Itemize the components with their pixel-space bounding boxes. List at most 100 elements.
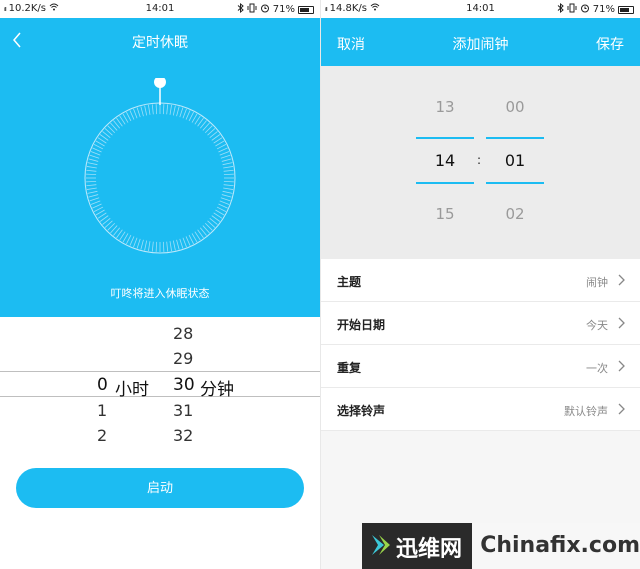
setting-value: 默认铃声 [564,405,608,418]
dial-tick [218,147,228,153]
alarm-settings-list: 主题 闹钟 开始日期 今天 重复 一次 选择铃声 默认铃声 [321,259,640,431]
dial-tick [86,187,97,190]
save-button[interactable]: 保存 [596,34,624,54]
logo-icon [372,535,390,555]
dial-tick [93,206,104,212]
dial-tick [219,200,230,205]
dial-handle[interactable] [154,78,166,88]
dial-tick [185,236,191,246]
dial-tick [90,200,101,205]
setting-label: 重复 [337,361,362,375]
duration-picker[interactable]: 28 29 0 小时 30 分钟 1 31 2 32 [0,317,320,452]
selected-hour[interactable]: 14 [416,151,474,170]
hour-selection-top-line [416,137,474,139]
dial-tick [223,184,234,187]
dial-tick [176,239,180,250]
dial-tick [133,108,138,119]
dial-tick [221,194,232,198]
dial-tick [155,104,158,115]
dial-tick [220,154,231,159]
setting-label: 选择铃声 [337,404,386,418]
setting-value: 一次 [586,362,608,375]
dial-tick [151,241,154,252]
dial-tick [86,184,97,187]
timer-dial[interactable] [80,78,240,258]
page-title: 定时休眠 [132,35,188,51]
dial-tick [95,140,105,147]
dial-tick [151,104,154,115]
dial-tick [223,187,234,190]
dial-tick [223,166,234,169]
dial-tick [179,238,184,249]
chevron-right-icon [618,317,625,329]
dial-tick [188,234,194,245]
dial-tick [221,158,232,162]
dial-tick [179,107,184,118]
dial-tick [144,105,148,116]
dial-tick [148,104,151,115]
minute-unit: 分钟 [200,380,234,400]
setting-value: 今天 [586,319,608,332]
dial-tick [172,105,176,116]
dial-tick [191,113,198,123]
dial-tick [155,241,158,252]
picker-row[interactable]: 29 [0,346,320,372]
time-separator: : [477,153,482,167]
dial-tick [215,140,225,147]
dial-tick [126,234,132,245]
bluetooth-icon [557,2,564,16]
dial-tick [133,237,138,248]
selected-minute[interactable]: 01 [486,151,544,170]
hour-option[interactable]: 13 [416,98,474,116]
alarm-icon [580,3,590,16]
dial-tick [172,240,176,251]
dial-tick [223,169,234,172]
timer-panel: 定时休眠 叮咚将进入休眠状态 [0,18,320,317]
start-button[interactable]: 启动 [16,468,304,508]
dial-tick [148,241,151,252]
dial-tick [185,110,191,120]
dial-tick [191,233,198,243]
dial-tick [215,209,225,216]
battery-icon [298,5,314,14]
setting-row-start-date[interactable]: 开始日期 今天 [321,302,640,345]
hour-unit: 小时 [115,380,149,400]
picker-row[interactable]: 28 [0,321,320,347]
dial-tick [166,104,169,115]
dial-tick [169,241,172,252]
hour-option[interactable]: 15 [416,205,474,223]
picker-row[interactable]: 1 31 [0,398,320,424]
picker-selected-row[interactable]: 0 小时 30 分钟 [0,371,320,400]
selected-minutes: 30 [173,375,195,395]
bluetooth-icon [237,2,244,16]
sleep-timer-screen: ᵢₗₗ 10.2K/s 14:01 71% 定时休眠 叮咚将进入休眠状态 28 … [0,0,320,569]
picker-row[interactable]: 2 32 [0,423,320,449]
dial-tick [216,206,227,212]
minute-selection-top-line [486,137,544,139]
dial-ticks [86,104,234,252]
minute-selection-bottom-line [486,182,544,184]
dial-tick [188,111,194,122]
setting-row-repeat[interactable]: 重复 一次 [321,345,640,388]
dial-tick [126,111,132,122]
minute-option[interactable]: 02 [486,205,544,223]
dial-tick [93,144,104,150]
status-bar: ᵢₗₗ 14.8K/s 14:01 71% [321,0,640,18]
dial-tick [129,110,135,120]
page-title: 添加闹钟 [452,37,509,53]
dial-tick [86,180,97,183]
dial-tick [122,113,129,123]
vibrate-icon [247,3,257,16]
dial-tick [222,162,233,166]
setting-row-theme[interactable]: 主题 闹钟 [321,259,640,302]
dial-tick [86,173,97,176]
dial-tick [162,241,165,252]
chevron-right-icon [618,274,625,286]
dial-tick [86,169,97,172]
watermark: 迅维网 Chinafix.com [362,523,640,569]
minute-option[interactable]: 00 [486,98,544,116]
status-bar: ᵢₗₗ 10.2K/s 14:01 71% [0,0,320,18]
alarm-time-picker[interactable]: 13 14 15 : 00 01 02 [321,66,640,259]
setting-label: 开始日期 [337,318,386,332]
setting-row-ringtone[interactable]: 选择铃声 默认铃声 [321,388,640,431]
